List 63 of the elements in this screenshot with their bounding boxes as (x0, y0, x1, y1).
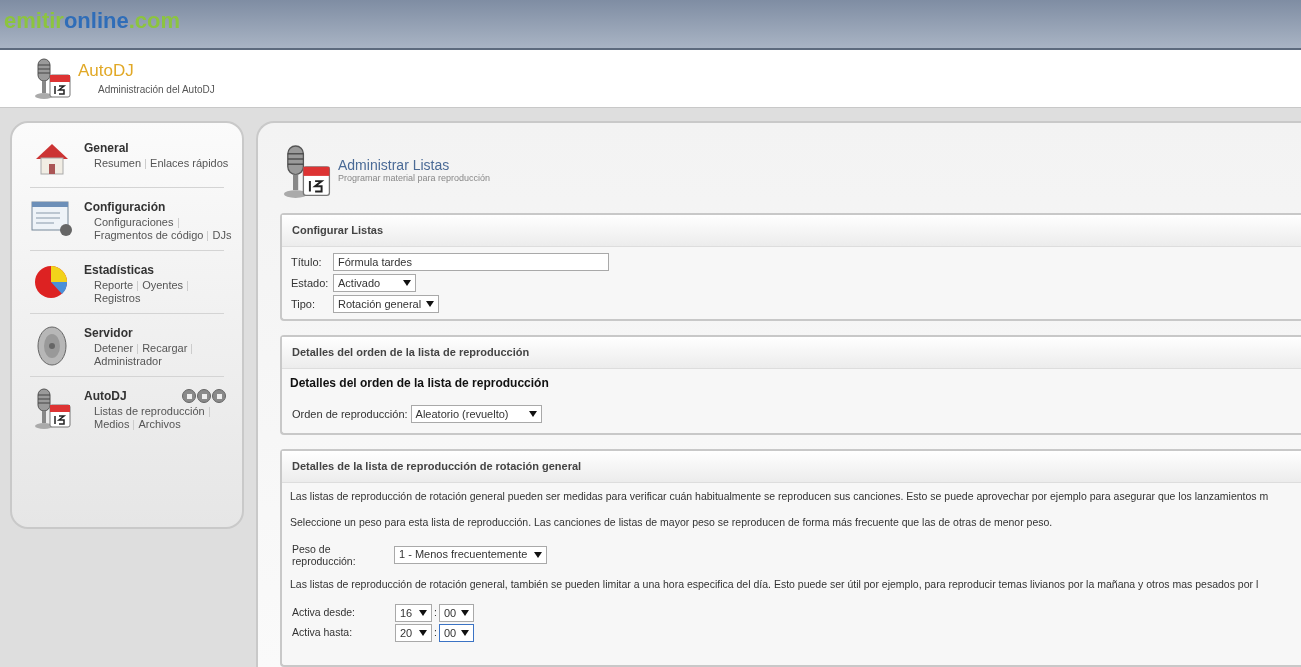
sidebar-link[interactable]: Resumen (94, 157, 142, 170)
sidebar-link[interactable]: Archivos (138, 418, 181, 431)
caret-icon (534, 551, 542, 558)
section-subheading: Detalles del orden de la lista de reproducción (290, 375, 550, 392)
field-label: Tipo: (291, 296, 317, 312)
sidebar-link[interactable]: Configuraciones (94, 216, 174, 229)
page-subtitle: Programar material para reproducción (338, 172, 491, 186)
field-label: Activa hasta: (292, 625, 354, 641)
status-select[interactable]: Activado (333, 274, 416, 292)
sidebar-link[interactable]: Enlaces rápidos (150, 157, 229, 170)
sidebar-link[interactable]: Listas de reproducción (94, 405, 205, 418)
sidebar-link[interactable]: Reporte (94, 279, 134, 292)
title-input[interactable]: Fórmula tardes (333, 253, 609, 271)
hour-select[interactable]: 16 (395, 604, 432, 623)
hour-select[interactable]: 20 (395, 624, 432, 643)
caret-icon (419, 630, 427, 637)
field-label: Estado: (291, 275, 330, 291)
sidebar-link[interactable]: Oyentes (142, 279, 184, 292)
sidebar-link[interactable]: Registros (94, 292, 141, 305)
sidebar-link[interactable]: Detener (94, 342, 134, 355)
sidebar-section-title: Servidor (84, 325, 133, 342)
playback-control-button[interactable] (197, 389, 211, 403)
site-logo: emitironline.com (4, 10, 181, 32)
caret-icon (403, 280, 411, 286)
card-heading: Detalles de la lista de reproducción de rotación general (292, 459, 582, 475)
time-separator: : (434, 605, 437, 621)
microphone-calendar-icon (32, 55, 72, 102)
description-text: Las listas de reproducción de rotación general pueden ser medidas para verificar cuán habitualmente se reproducen sus canciones. Esto se puede aprovechar por ejemplo para asegurar que los lanzamientos m (290, 489, 1270, 504)
card-heading: Detalles del orden de la lista de reproducción (292, 345, 530, 361)
sidebar-link[interactable]: Medios (94, 418, 130, 431)
header-subtitle: Administración del AutoDJ (97, 82, 215, 97)
field-label: Orden de reproducción: (292, 406, 408, 422)
card-heading: Configurar Listas (292, 223, 384, 239)
page-title: Administrar Listas (338, 158, 451, 173)
sidebar-link[interactable]: DJs (212, 229, 232, 242)
settings-window-icon (30, 198, 74, 238)
sidebar-link[interactable]: Administrador (94, 355, 162, 368)
order-select[interactable]: Aleatorio (revuelto) (410, 405, 542, 423)
type-select[interactable]: Rotación general (333, 295, 439, 313)
time-separator: : (434, 625, 437, 641)
header-title: AutoDJ (78, 60, 135, 82)
caret-icon (426, 301, 434, 307)
sidebar-link[interactable]: Fragmentos de código (94, 229, 204, 242)
minute-select[interactable]: 00 (438, 624, 474, 643)
field-label: Activa desde: (292, 605, 357, 621)
sidebar-section-title: General (84, 140, 129, 157)
microphone-calendar-icon (32, 387, 72, 431)
playback-control-button[interactable] (212, 389, 226, 403)
description-text: Seleccione un peso para esta lista de reproducción. Las canciones de listas de mayor peso se reproducen de forma más frecuente que las de otras de menor peso. (290, 514, 1054, 530)
sidebar-section-title: Configuración (84, 199, 166, 216)
field-label: Título: (291, 254, 323, 270)
field-label: Peso de reproducción: (292, 542, 357, 567)
sidebar-section-title: AutoDJ (84, 388, 127, 405)
minute-select[interactable]: 00 (438, 604, 474, 623)
weight-select[interactable]: 1 - Menos frecuentemente (394, 545, 547, 564)
caret-icon (460, 610, 469, 617)
sidebar-link[interactable]: Recargar (142, 342, 188, 355)
playback-control-button[interactable] (182, 389, 196, 403)
caret-icon (419, 610, 427, 617)
caret-icon (460, 630, 469, 637)
description-text: Las listas de reproducción de rotación general, también se pueden limitar a una hora especifica del día. Esto puede ser útil por ejemplo, para reproducir temas livianos por la mañana y otros mas pesados por l (290, 576, 1260, 592)
sidebar-section-title: Estadísticas (84, 262, 155, 279)
caret-icon (528, 411, 537, 417)
